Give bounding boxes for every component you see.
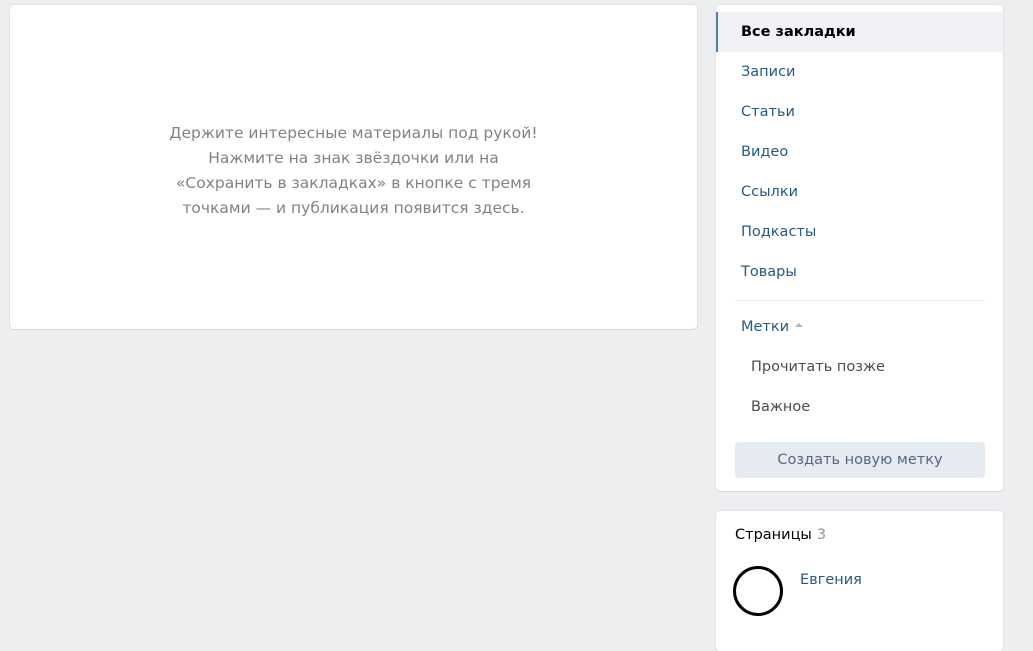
empty-state-line: Нажмите на знак звёздочки или на [208,149,499,167]
pages-card: Страницы 3 Евгения [716,511,1003,651]
menu-item-video[interactable]: Видео [716,132,1003,172]
empty-state-message: Держите интересные материалы под рукой! … [10,121,697,221]
menu-divider [735,300,985,301]
pages-title: Страницы [735,527,812,543]
caret-up-icon [795,323,804,327]
avatar[interactable] [733,566,783,616]
menu-item-articles[interactable]: Статьи [716,92,1003,132]
menu-item-all-bookmarks[interactable]: Все закладки [716,12,1003,52]
empty-bookmarks-card: Держите интересные материалы под рукой! … [10,5,697,329]
empty-state-line: Держите интересные материалы под рукой! [169,124,538,142]
tag-item-important[interactable]: Важное [716,387,1003,427]
empty-state-line: точками — и публикация появится здесь. [182,199,525,217]
empty-state-line: «Сохранить в закладках» в кнопке с тремя [175,174,532,192]
create-tag-button[interactable]: Создать новую метку [735,442,985,478]
menu-item-posts[interactable]: Записи [716,52,1003,92]
tags-toggle[interactable]: Метки [716,307,1003,347]
menu-item-podcasts[interactable]: Подкасты [716,212,1003,252]
pages-header: Страницы 3 [735,527,826,543]
menu-item-goods[interactable]: Товары [716,252,1003,292]
tags-label: Метки [741,319,790,335]
menu-item-links[interactable]: Ссылки [716,172,1003,212]
pages-count: 3 [816,527,827,543]
page-link-name[interactable]: Евгения [800,572,864,588]
bookmarks-menu: Все закладки Записи Статьи Видео Ссылки … [716,5,1003,491]
tag-item-read-later[interactable]: Прочитать позже [716,347,1003,387]
